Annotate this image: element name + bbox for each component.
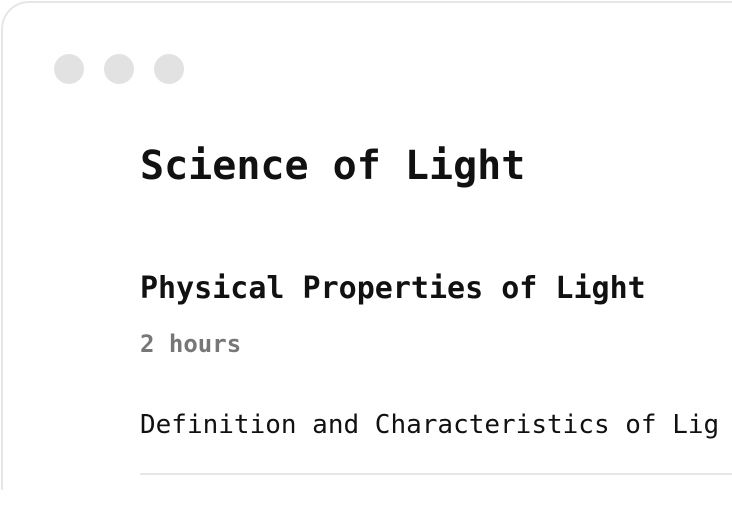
minimize-window-button[interactable] [104, 54, 134, 84]
module-title: Physical Properties of Light [140, 271, 646, 306]
topic-item[interactable]: Definition and Characteristics of Lig [140, 410, 719, 440]
divider [140, 473, 732, 475]
maximize-window-button[interactable] [154, 54, 184, 84]
window-controls [54, 54, 184, 84]
app-window: Science of Light Physical Properties of … [1, 1, 732, 490]
module-duration: 2 hours [140, 330, 242, 358]
close-window-button[interactable] [54, 54, 84, 84]
course-title: Science of Light [140, 143, 526, 189]
